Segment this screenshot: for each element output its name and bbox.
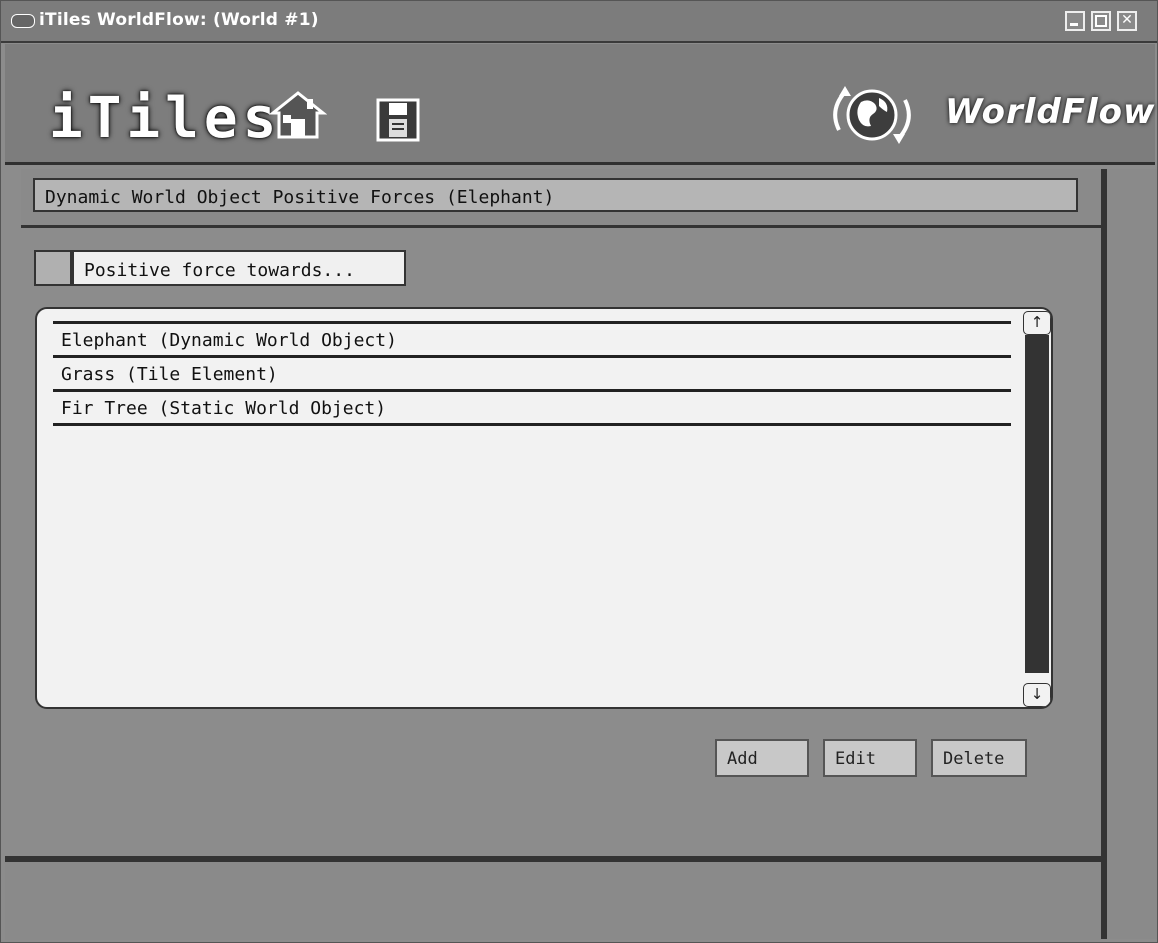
scroll-down-button[interactable]: ↓ bbox=[1023, 683, 1051, 707]
scroll-up-button[interactable]: ↑ bbox=[1023, 311, 1051, 335]
subheader-bar: Dynamic World Object Positive Forces (El… bbox=[21, 169, 1101, 228]
list-item[interactable]: Elephant (Dynamic World Object) bbox=[53, 324, 1011, 358]
edit-button[interactable]: Edit bbox=[823, 739, 917, 777]
window-title: iTiles WorldFlow: (World #1) bbox=[39, 10, 319, 30]
close-button[interactable]: ✕ bbox=[1117, 11, 1137, 31]
scrollbar-track[interactable] bbox=[1025, 335, 1049, 673]
floppy-disk-icon[interactable] bbox=[375, 97, 421, 143]
app-header: iTiles WorldFlow bbox=[5, 44, 1155, 165]
house-icon[interactable] bbox=[268, 91, 328, 141]
force-target-list[interactable]: Elephant (Dynamic World Object) Grass (T… bbox=[35, 307, 1053, 709]
page-title: Dynamic World Object Positive Forces (El… bbox=[33, 178, 1078, 212]
delete-button[interactable]: Delete bbox=[931, 739, 1027, 777]
app-window: iTiles WorldFlow: (World #1) ✕ iTiles Wo… bbox=[0, 0, 1158, 943]
maximize-button[interactable] bbox=[1091, 11, 1111, 31]
list-item[interactable]: Fir Tree (Static World Object) bbox=[53, 392, 1011, 426]
globe-arrows-icon bbox=[823, 80, 921, 150]
minimize-button[interactable] bbox=[1065, 11, 1085, 31]
worldflow-logo: WorldFlow bbox=[945, 92, 1156, 132]
add-button[interactable]: Add bbox=[715, 739, 809, 777]
right-side-panel bbox=[1107, 169, 1157, 939]
list-item[interactable]: Grass (Tile Element) bbox=[53, 358, 1011, 392]
itiles-logo: iTiles bbox=[49, 86, 282, 151]
footer-panel bbox=[5, 862, 1101, 940]
force-toggle-checkbox[interactable] bbox=[34, 250, 72, 286]
positive-force-label: Positive force towards... bbox=[72, 250, 406, 286]
title-bar[interactable]: iTiles WorldFlow: (World #1) ✕ bbox=[1, 1, 1157, 43]
app-menu-icon[interactable] bbox=[11, 14, 35, 28]
main-content: Positive force towards... Elephant (Dyna… bbox=[5, 229, 1101, 856]
